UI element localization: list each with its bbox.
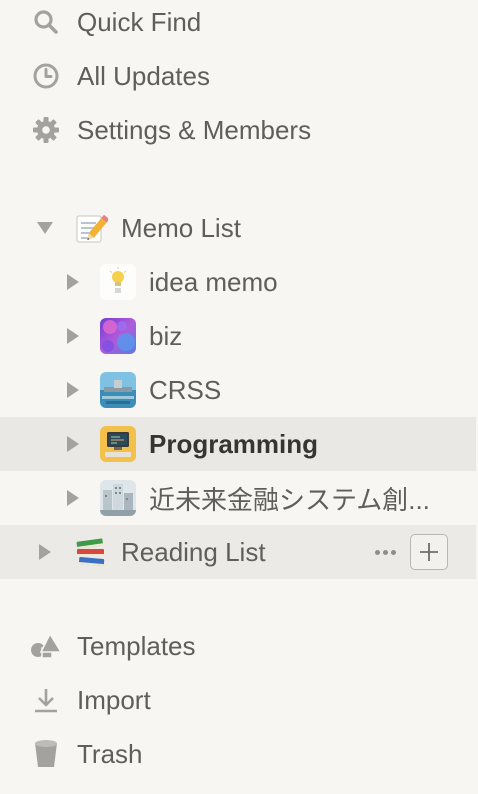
future-finance-label: 近未来金融システム創... [149, 484, 430, 515]
page-biz[interactable]: biz [0, 309, 476, 363]
clock-icon [30, 60, 62, 92]
toggle-collapsed-icon[interactable] [62, 433, 84, 455]
dot-icon [390, 549, 396, 555]
dot-icon [374, 549, 380, 555]
shapes-icon [30, 630, 62, 662]
settings-members-label: Settings & Members [77, 114, 312, 145]
programming-label: Programming [149, 428, 319, 459]
more-options-button[interactable] [370, 537, 400, 567]
memo-pencil-icon[interactable] [73, 210, 109, 246]
computer-photo-icon[interactable] [100, 426, 136, 462]
lightbulb-icon[interactable] [100, 264, 136, 300]
idea-memo-label: idea memo [149, 266, 278, 297]
gear-icon [30, 114, 62, 146]
dot-icon [382, 549, 388, 555]
biz-label: biz [149, 320, 183, 351]
toggle-expanded-icon[interactable] [34, 217, 56, 239]
purple-abstract-icon[interactable] [100, 318, 136, 354]
add-page-button[interactable] [410, 534, 448, 570]
books-icon[interactable] [73, 534, 109, 570]
all-updates-label: All Updates [77, 60, 210, 91]
quick-find-item[interactable]: Quick Find [0, 0, 476, 49]
import-label: Import [77, 684, 151, 715]
toggle-collapsed-icon[interactable] [34, 541, 56, 563]
download-icon [30, 684, 62, 716]
templates-item[interactable]: Templates [0, 619, 476, 673]
page-programming[interactable]: Programming [0, 417, 476, 471]
quick-find-label: Quick Find [77, 6, 202, 37]
import-item[interactable]: Import [0, 673, 476, 727]
crss-label: CRSS [149, 374, 222, 405]
plus-icon [420, 543, 438, 561]
toggle-collapsed-icon[interactable] [62, 487, 84, 509]
page-crss[interactable]: CRSS [0, 363, 476, 417]
page-memo-list[interactable]: Memo List [0, 201, 476, 255]
landscape-photo-icon[interactable] [100, 372, 136, 408]
toggle-collapsed-icon[interactable] [62, 379, 84, 401]
all-updates-item[interactable]: All Updates [0, 49, 476, 103]
row-actions [370, 534, 448, 570]
toggle-collapsed-icon[interactable] [62, 325, 84, 347]
page-idea-memo[interactable]: idea memo [0, 255, 476, 309]
reading-list-label: Reading List [121, 536, 266, 567]
memo-list-label: Memo List [121, 212, 241, 243]
building-photo-icon[interactable] [100, 480, 136, 516]
search-icon [30, 6, 62, 38]
trash-label: Trash [77, 738, 143, 769]
trash-icon [30, 738, 62, 770]
toggle-collapsed-icon[interactable] [62, 271, 84, 293]
page-reading-list[interactable]: Reading List [0, 525, 476, 579]
settings-members-item[interactable]: Settings & Members [0, 103, 476, 157]
templates-label: Templates [77, 630, 196, 661]
sidebar: Quick Find All Updates Settings & Member… [0, 0, 478, 794]
trash-item[interactable]: Trash [0, 727, 476, 781]
page-future-finance[interactable]: 近未来金融システム創... [0, 471, 476, 525]
